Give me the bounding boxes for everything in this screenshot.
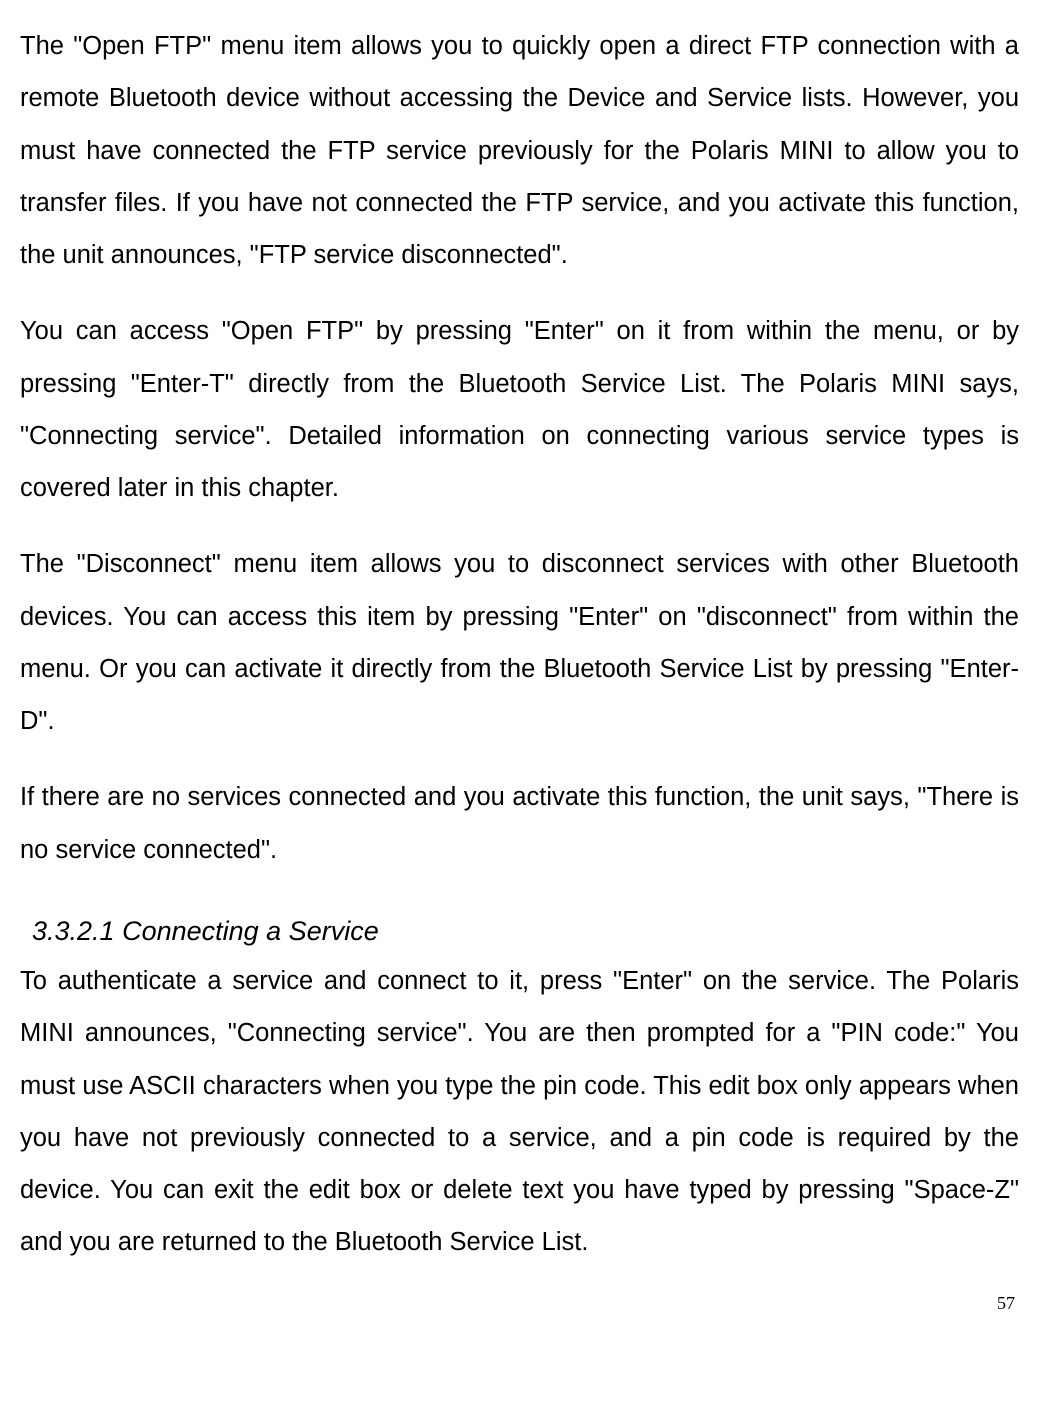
body-paragraph: You can access "Open FTP" by pressing "E… [20,305,1019,514]
section-heading: 3.3.2.1 Connecting a Service [32,916,1019,947]
body-paragraph: The "Open FTP" menu item allows you to q… [20,20,1019,281]
page-number: 57 [20,1293,1019,1314]
document-page: The "Open FTP" menu item allows you to q… [0,0,1039,1324]
body-paragraph: The "Disconnect" menu item allows you to… [20,538,1019,747]
body-paragraph: To authenticate a service and connect to… [20,955,1019,1269]
body-paragraph: If there are no services connected and y… [20,771,1019,876]
